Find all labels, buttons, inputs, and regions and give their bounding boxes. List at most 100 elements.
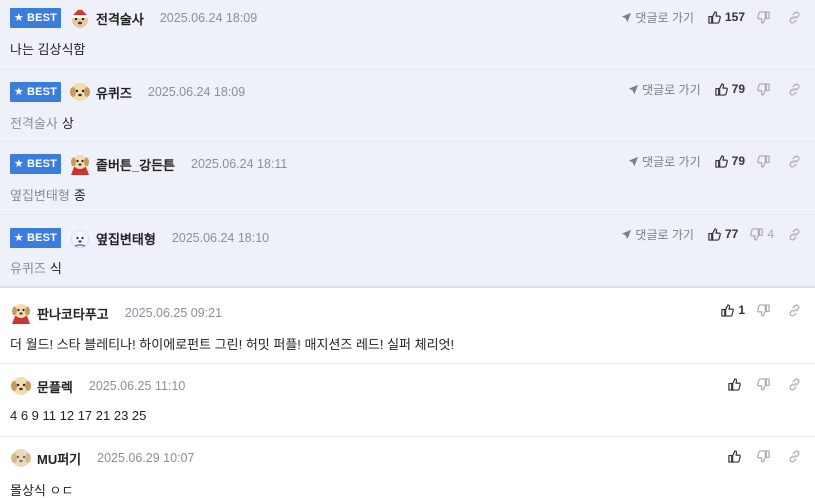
thumbs-up-icon — [721, 303, 735, 317]
comment-text: 몰상식 ㅇㄷ — [10, 483, 74, 498]
thumbs-down-icon — [757, 303, 770, 317]
best-badge: ★ BEST — [10, 154, 61, 174]
comment-header: ★ BEST 좉버튼_강든튼 2025.06.24 18:11 — [10, 153, 287, 175]
dislike-count: 4 — [767, 227, 774, 241]
like-count: 79 — [731, 154, 745, 168]
dislike-button[interactable] — [757, 10, 774, 24]
comment-author[interactable]: 옆집변태형 — [96, 229, 156, 248]
comment-date: 2025.06.29 10:07 — [97, 451, 195, 465]
thumbs-up-icon — [714, 82, 728, 96]
link-icon — [789, 450, 800, 462]
reply-to-name[interactable]: 옆집변태형 — [10, 188, 70, 203]
comment-author[interactable]: 유퀴즈 — [96, 83, 132, 102]
goto-reply-link[interactable]: 댓글로 가기 — [621, 9, 694, 26]
comment-author[interactable]: MU퍼기 — [37, 449, 81, 468]
comment-actions — [728, 374, 801, 394]
thumbs-up-icon — [714, 154, 728, 168]
reply-to-name[interactable]: 유퀴즈 — [10, 261, 46, 276]
link-button[interactable] — [788, 378, 801, 391]
dislike-button[interactable]: 4 — [750, 227, 774, 241]
dislike-button[interactable] — [757, 449, 774, 463]
comment-body: 몰상식 ㅇㄷ — [10, 480, 73, 498]
like-button[interactable]: 1 — [721, 303, 745, 317]
dislike-button[interactable] — [757, 82, 774, 96]
comment-header: ★ BEST 옆집변태형 2025.06.24 18:10 — [10, 228, 269, 248]
comment-date: 2025.06.25 09:21 — [124, 306, 223, 320]
like-button[interactable]: 157 — [708, 10, 745, 24]
link-button[interactable] — [788, 83, 801, 96]
comment-header: MU퍼기 2025.06.29 10:07 — [10, 448, 194, 468]
like-button[interactable] — [728, 449, 745, 463]
reply-to-name[interactable]: 전격술사 — [10, 116, 58, 131]
thumbs-down-icon — [757, 154, 770, 168]
comment-date: 2025.06.24 18:09 — [159, 11, 258, 25]
comment-body: 유퀴즈 식 — [10, 258, 62, 277]
link-button[interactable] — [788, 228, 801, 241]
dislike-button[interactable] — [757, 377, 774, 391]
link-button[interactable] — [788, 155, 801, 168]
comment-author[interactable]: 문플렉 — [37, 377, 73, 396]
arrow-icon — [629, 156, 639, 166]
dislike-button[interactable] — [757, 303, 774, 317]
comment-item: ★ BEST 전격술사 2025.06.24 18:09 나는 김상식함 댓글로 … — [0, 0, 815, 70]
comment-item: ★ BEST 유퀴즈 2025.06.24 18:09 전격술사 상 댓글로 가기 … — [0, 70, 815, 142]
comment-header: ★ BEST 유퀴즈 2025.06.24 18:09 — [10, 82, 245, 102]
star-icon: ★ — [13, 11, 24, 24]
comment-item: 판나코타푸고 2025.06.25 09:21 더 월드! 스타 블레티나! 하… — [0, 290, 815, 364]
comment-actions: 댓글로 가기 77 4 — [621, 224, 801, 244]
goto-reply-link[interactable]: 댓글로 가기 — [621, 226, 694, 243]
comment-actions: 1 — [721, 300, 801, 320]
comment-header: 문플렉 2025.06.25 11:10 — [10, 376, 185, 396]
arrow-icon — [622, 12, 632, 22]
comment-item: MU퍼기 2025.06.29 10:07 몰상식 ㅇㄷ — [0, 437, 815, 498]
puppy-avatar[interactable] — [10, 375, 32, 397]
comment-date: 2025.06.24 18:09 — [147, 85, 246, 99]
comment-date: 2025.06.24 18:10 — [171, 231, 270, 245]
comment-author[interactable]: 좉버튼_강든튼 — [96, 155, 175, 174]
link-icon — [789, 378, 800, 390]
comment-text: 나는 김상식함 — [10, 42, 86, 57]
arrow-icon — [622, 229, 632, 239]
link-icon — [789, 83, 800, 95]
thumbs-up-icon — [728, 449, 741, 463]
comment-author[interactable]: 판나코타푸고 — [37, 304, 109, 323]
thumbs-down-icon — [757, 449, 770, 463]
thumbs-down-icon — [757, 82, 770, 96]
comment-body: 4 6 9 11 12 17 21 23 25 — [10, 408, 146, 423]
comment-body: 옆집변태형 종 — [10, 185, 86, 204]
best-badge: ★ BEST — [10, 228, 61, 248]
like-count: 79 — [731, 82, 745, 96]
comment-actions: 댓글로 가기 79 — [628, 151, 801, 171]
like-count: 1 — [738, 303, 745, 317]
like-button[interactable]: 79 — [714, 82, 745, 96]
comment-item: ★ BEST 좉버튼_강든튼 2025.06.24 18:11 옆집변태형 종 댓글… — [0, 142, 815, 215]
link-icon — [789, 11, 800, 23]
link-button[interactable] — [788, 450, 801, 463]
goto-reply-link[interactable]: 댓글로 가기 — [628, 153, 701, 170]
star-icon: ★ — [13, 157, 24, 170]
dislike-button[interactable] — [757, 154, 774, 168]
santa-dog-avatar[interactable] — [69, 7, 91, 29]
comment-actions: 댓글로 가기 79 — [628, 79, 801, 99]
white-dog-avatar[interactable] — [69, 227, 91, 249]
like-button[interactable]: 79 — [714, 154, 745, 168]
like-button[interactable]: 77 — [708, 227, 738, 241]
comment-text: 종 — [73, 188, 86, 203]
like-count: 157 — [724, 10, 745, 24]
link-button[interactable] — [788, 11, 801, 24]
blur-puppy-avatar[interactable] — [10, 447, 32, 469]
like-button[interactable] — [728, 377, 745, 391]
puppy-avatar[interactable] — [69, 81, 91, 103]
thumbs-up-icon — [708, 10, 721, 24]
cape-dog-avatar[interactable] — [69, 153, 91, 175]
link-button[interactable] — [788, 304, 801, 317]
like-count: 77 — [724, 227, 739, 241]
comment-author[interactable]: 전격술사 — [96, 9, 144, 28]
link-icon — [789, 155, 800, 167]
best-badge: ★ BEST — [10, 82, 61, 102]
comment-text: 4 6 9 11 12 17 21 23 25 — [10, 408, 147, 423]
goto-reply-link[interactable]: 댓글로 가기 — [628, 81, 701, 98]
comment-body: 더 월드! 스타 블레티나! 하이에로펀트 그린! 허밋 퍼플! 매지션즈 레드… — [10, 334, 454, 353]
cape-dog-avatar[interactable] — [10, 302, 32, 324]
thumbs-down-icon — [757, 10, 770, 24]
